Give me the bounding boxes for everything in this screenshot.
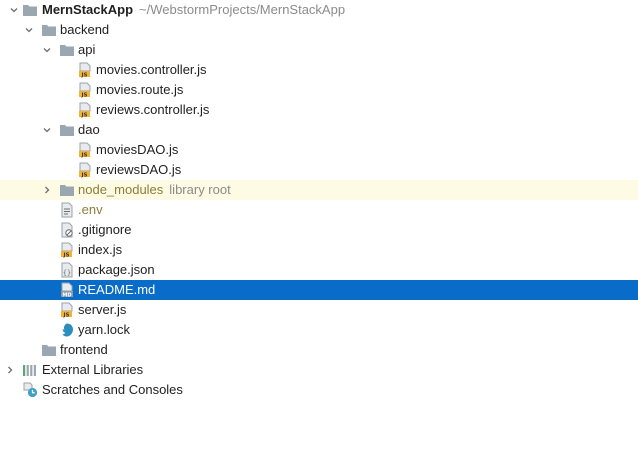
svg-text:MD: MD	[62, 292, 71, 298]
folder-label: api	[78, 42, 96, 57]
file-label: .gitignore	[78, 222, 132, 237]
file-label: .env	[78, 202, 103, 217]
tree-row-file[interactable]: JS moviesDAO.js	[0, 140, 638, 160]
svg-text:JS: JS	[80, 172, 87, 178]
file-label: moviesDAO.js	[96, 142, 179, 157]
file-label: movies.route.js	[96, 82, 184, 97]
file-label: yarn.lock	[78, 322, 131, 337]
svg-text:JS: JS	[80, 92, 87, 98]
folder-label: node_modules	[78, 182, 164, 197]
json-file-icon: {}	[59, 262, 75, 278]
scratches-label: Scratches and Consoles	[42, 382, 183, 397]
file-label: package.json	[78, 262, 155, 277]
yarn-icon	[59, 322, 75, 338]
folder-icon	[59, 122, 75, 138]
tree-row-file[interactable]: JS reviewsDAO.js	[0, 160, 638, 180]
text-file-icon	[59, 202, 75, 218]
folder-label: frontend	[60, 342, 108, 357]
folder-icon	[59, 182, 75, 198]
chevron-right-icon[interactable]	[4, 360, 16, 380]
tree-row-root[interactable]: MernStackApp ~/WebstormProjects/MernStack…	[0, 0, 638, 20]
file-label: README.md	[78, 282, 156, 297]
svg-text:JS: JS	[80, 72, 87, 78]
chevron-down-icon[interactable]	[41, 40, 53, 60]
js-file-icon: JS	[77, 102, 93, 118]
tree-row-file[interactable]: JS server.js	[0, 300, 638, 320]
tree-row-file[interactable]: .env	[0, 200, 638, 220]
tree-row-node-modules[interactable]: node_modules library root	[0, 180, 638, 200]
project-name: MernStackApp	[42, 2, 134, 17]
js-file-icon: JS	[77, 62, 93, 78]
file-label: server.js	[78, 302, 127, 317]
tree-row-file[interactable]: .gitignore	[0, 220, 638, 240]
file-label: reviews.controller.js	[96, 102, 210, 117]
svg-text:JS: JS	[80, 112, 87, 118]
chevron-down-icon[interactable]	[23, 20, 35, 40]
scratches-icon	[22, 382, 38, 398]
tree-row-frontend[interactable]: frontend	[0, 340, 638, 360]
chevron-down-icon[interactable]	[41, 120, 53, 140]
library-root-hint: library root	[169, 182, 231, 197]
tree-row-backend[interactable]: backend	[0, 20, 638, 40]
chevron-down-icon[interactable]	[8, 0, 20, 20]
tree-row-file-selected[interactable]: MD README.md	[0, 280, 638, 300]
folder-label: dao	[78, 122, 100, 137]
js-file-icon: JS	[59, 302, 75, 318]
gitignore-file-icon	[59, 222, 75, 238]
project-path: ~/WebstormProjects/MernStackApp	[139, 2, 346, 17]
svg-text:JS: JS	[62, 312, 69, 318]
folder-icon	[41, 22, 57, 38]
tree-row-file[interactable]: JS index.js	[0, 240, 638, 260]
project-tree: MernStackApp ~/WebstormProjects/MernStack…	[0, 0, 638, 400]
js-file-icon: JS	[77, 142, 93, 158]
file-label: reviewsDAO.js	[96, 162, 182, 177]
tree-row-file[interactable]: JS movies.route.js	[0, 80, 638, 100]
tree-row-file[interactable]: yarn.lock	[0, 320, 638, 340]
markdown-file-icon: MD	[59, 282, 75, 298]
external-libraries-label: External Libraries	[42, 362, 144, 377]
tree-row-file[interactable]: {} package.json	[0, 260, 638, 280]
js-file-icon: JS	[59, 242, 75, 258]
file-label: index.js	[78, 242, 123, 257]
tree-row-scratches[interactable]: Scratches and Consoles	[0, 380, 638, 400]
js-file-icon: JS	[77, 82, 93, 98]
tree-row-dao[interactable]: dao	[0, 120, 638, 140]
svg-text:{}: {}	[63, 269, 71, 277]
js-file-icon: JS	[77, 162, 93, 178]
tree-row-file[interactable]: JS movies.controller.js	[0, 60, 638, 80]
folder-icon	[41, 342, 57, 358]
folder-icon	[22, 2, 38, 18]
tree-row-api[interactable]: api	[0, 40, 638, 60]
file-label: movies.controller.js	[96, 62, 207, 77]
tree-row-file[interactable]: JS reviews.controller.js	[0, 100, 638, 120]
svg-text:JS: JS	[80, 152, 87, 158]
chevron-right-icon[interactable]	[41, 180, 53, 200]
library-icon	[22, 362, 38, 378]
folder-label: backend	[60, 22, 110, 37]
folder-icon	[59, 42, 75, 58]
tree-row-external-libraries[interactable]: External Libraries	[0, 360, 638, 380]
svg-text:JS: JS	[62, 252, 69, 258]
